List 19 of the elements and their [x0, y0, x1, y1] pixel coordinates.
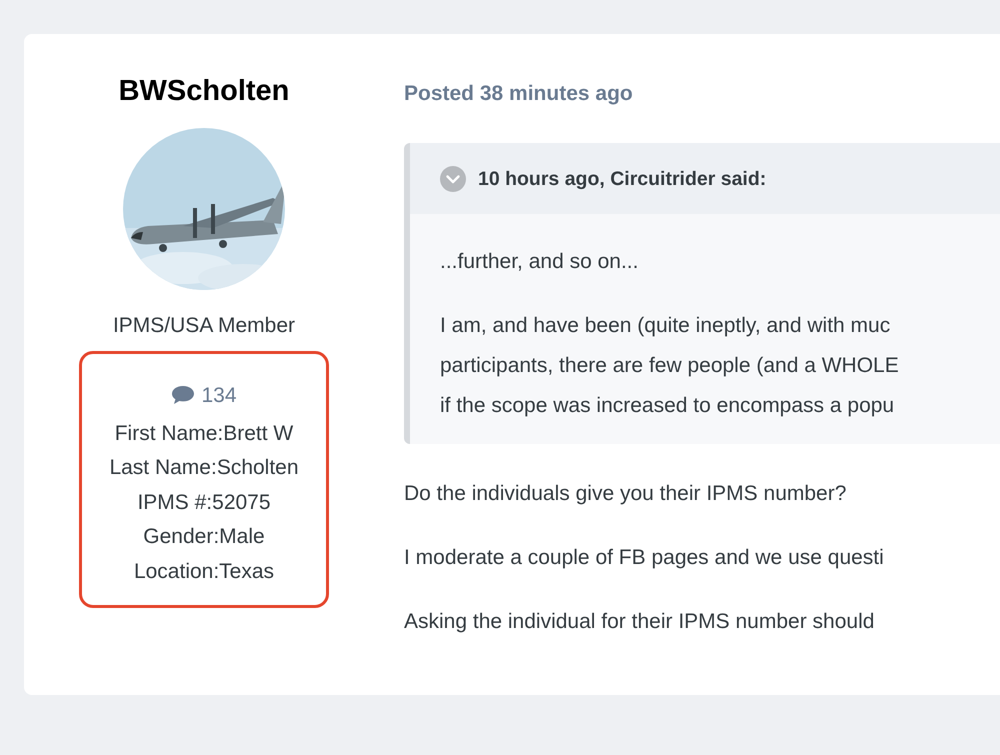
quote-text: I am, and have been (quite ineptly, and with muc: [440, 312, 892, 339]
profile-field: Last Name:Scholten: [92, 451, 316, 486]
post-text: Do the individuals give you their IPMS number?: [404, 480, 848, 507]
expand-toggle-icon[interactable]: [440, 166, 466, 192]
username-link[interactable]: BWScholten: [118, 70, 290, 114]
post-count: 134: [201, 384, 237, 406]
profile-field: First Name:Brett W: [92, 416, 316, 451]
profile-field: Location:Texas: [92, 554, 316, 589]
post-date: Posted 38 minutes ago: [404, 81, 634, 107]
post-text: Asking the individual for their IPMS number should: [404, 608, 876, 635]
quote-text: participants, there are few people (and a WHOLE: [440, 352, 900, 379]
post-text: I moderate a couple of FB pages and we use questi: [404, 544, 885, 571]
quote-text: ...further, and so on...: [440, 248, 640, 275]
profile-field: IPMS #:52075: [92, 486, 316, 520]
quote-citation: 10 hours ago, Circuitrider said:: [478, 166, 766, 192]
speech-bubble-icon: [171, 385, 196, 405]
member-group: IPMS/USA Member: [112, 310, 296, 341]
profile-field: Gender:Male: [92, 520, 316, 554]
quote-text: if the scope was increased to encompass a popu: [440, 392, 896, 419]
